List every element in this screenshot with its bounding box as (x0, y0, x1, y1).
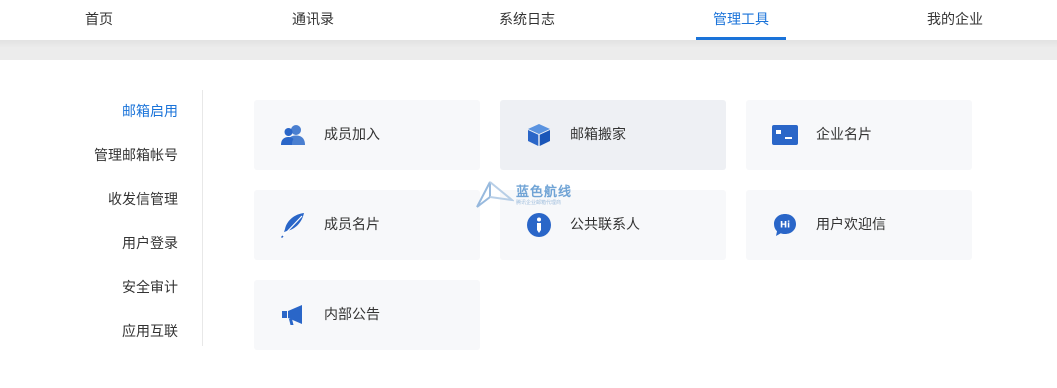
sidebar-item-user-login[interactable]: 用户登录 (122, 234, 178, 254)
card-label: 内部公告 (324, 307, 380, 323)
watermark-logo: 蓝色航线 腾讯企业邮箱代理商 (474, 180, 594, 210)
sidebar-item-mail-management[interactable]: 收发信管理 (108, 190, 178, 210)
nav-tab-label: 我的企业 (927, 12, 983, 28)
card-label: 邮箱搬家 (570, 127, 626, 143)
id-card-icon (772, 122, 798, 148)
card-member-join[interactable]: 成员加入 (254, 100, 480, 170)
box-icon (526, 122, 552, 148)
nav-tab-my-enterprise[interactable]: 我的企业 (918, 0, 992, 40)
nav-tab-label: 首页 (85, 12, 113, 28)
megaphone-icon (280, 302, 306, 328)
nav-tab-label: 管理工具 (713, 12, 769, 28)
card-label: 成员名片 (324, 217, 380, 233)
sidebar-item-app-integration[interactable]: 应用互联 (122, 322, 178, 342)
card-member-card[interactable]: 成员名片 (254, 190, 480, 260)
card-label: 成员加入 (324, 127, 380, 143)
hi-chat-icon: Hi (772, 212, 798, 238)
feather-icon (280, 212, 306, 238)
card-internal-notice[interactable]: 内部公告 (254, 280, 480, 350)
plane-logo-icon (476, 181, 516, 208)
nav-tab-home[interactable]: 首页 (70, 0, 128, 40)
info-contact-icon (526, 212, 552, 238)
nav-tab-label: 系统日志 (499, 12, 555, 28)
users-icon (280, 122, 306, 148)
sidebar: 邮箱启用 管理邮箱帐号 收发信管理 用户登录 安全审计 应用互联 (0, 90, 203, 346)
nav-tab-contacts[interactable]: 通讯录 (278, 0, 348, 40)
sidebar-item-mailbox-enable[interactable]: 邮箱启用 (122, 102, 178, 122)
card-enterprise-card[interactable]: 企业名片 (746, 100, 972, 170)
card-label: 用户欢迎信 (816, 217, 886, 233)
header-shadow-band (0, 40, 1057, 60)
watermark-subtitle: 腾讯企业邮箱代理商 (516, 200, 562, 206)
svg-text:Hi: Hi (780, 221, 790, 231)
card-mailbox-migration[interactable]: 邮箱搬家 (500, 100, 726, 170)
top-navigation: 首页 通讯录 系统日志 管理工具 我的企业 (0, 0, 1057, 40)
card-welcome-letter[interactable]: Hi 用户欢迎信 (746, 190, 972, 260)
card-label: 企业名片 (816, 127, 872, 143)
nav-tab-admin-tools[interactable]: 管理工具 (696, 0, 786, 40)
nav-tab-system-log[interactable]: 系统日志 (490, 0, 564, 40)
sidebar-item-manage-accounts[interactable]: 管理邮箱帐号 (94, 146, 178, 166)
sidebar-item-security-audit[interactable]: 安全审计 (122, 278, 178, 298)
nav-tab-label: 通讯录 (292, 12, 334, 28)
watermark-title: 蓝色航线 (516, 185, 573, 200)
